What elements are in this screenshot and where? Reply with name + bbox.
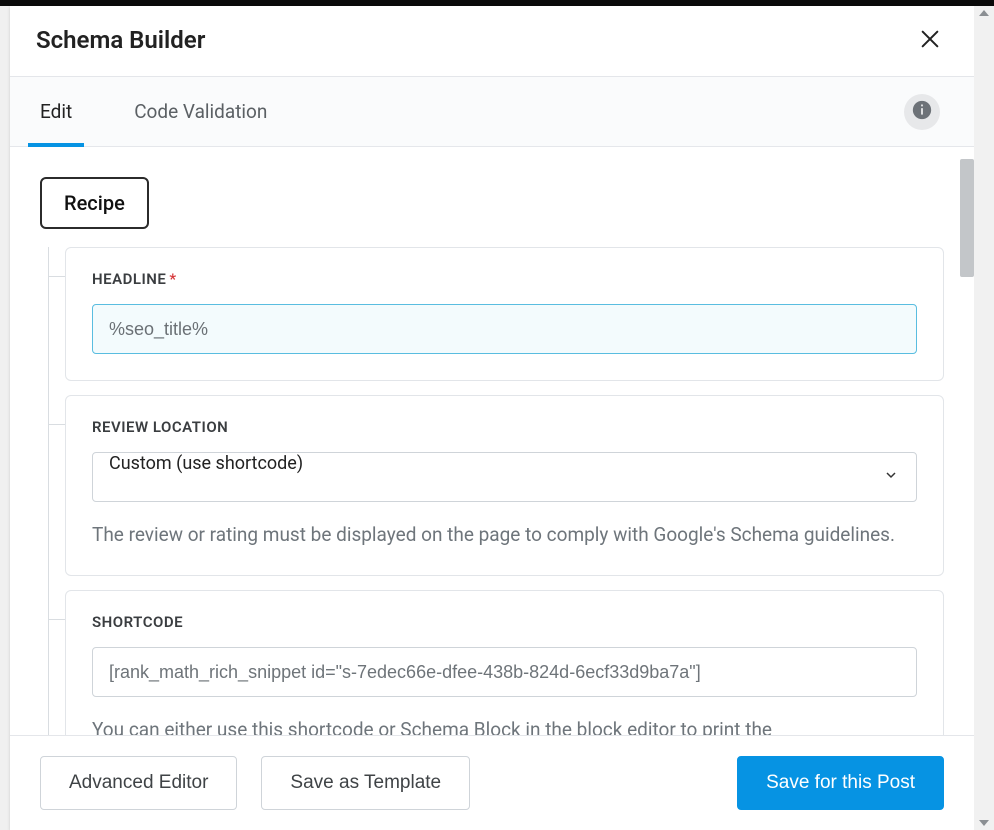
field-card-review-location: REVIEW LOCATION Custom (use shortcode) T…: [65, 395, 944, 576]
field-label: HEADLINE*: [92, 270, 917, 288]
shortcode-help: You can either use this shortcode or Sch…: [92, 715, 917, 735]
review-location-select[interactable]: Custom (use shortcode): [92, 452, 917, 502]
content-area: Recipe HEADLINE* REVIEW LOCATION Custom …: [10, 147, 974, 735]
advanced-editor-button[interactable]: Advanced Editor: [40, 756, 237, 810]
close-icon: [919, 28, 941, 53]
modal-body: Edit Code Validation Recipe HEADLINE*: [10, 77, 974, 735]
field-label-text: HEADLINE: [92, 270, 166, 288]
info-button[interactable]: [904, 94, 940, 130]
save-for-post-button[interactable]: Save for this Post: [737, 756, 944, 810]
review-location-help: The review or rating must be displayed o…: [92, 520, 917, 549]
schema-type-chip[interactable]: Recipe: [40, 177, 149, 229]
modal-header: Schema Builder: [10, 6, 974, 77]
field-card-headline: HEADLINE*: [65, 247, 944, 381]
schema-builder-modal: Schema Builder Edit Code Validation: [10, 6, 974, 830]
inner-scroll-area[interactable]: Edit Code Validation Recipe HEADLINE*: [10, 77, 974, 735]
field-label: REVIEW LOCATION: [92, 418, 917, 436]
info-icon: [911, 99, 933, 125]
tabs-bar: Edit Code Validation: [10, 77, 974, 147]
headline-input[interactable]: [92, 304, 917, 354]
tab-code-validation[interactable]: Code Validation: [122, 77, 279, 146]
scroll-up-arrow-icon: [979, 10, 989, 16]
close-button[interactable]: [912, 22, 948, 58]
required-asterisk: *: [169, 270, 176, 288]
field-card-shortcode: SHORTCODE You can either use this shortc…: [65, 590, 944, 735]
field-label: SHORTCODE: [92, 613, 917, 631]
modal-footer: Advanced Editor Save as Template Save fo…: [10, 735, 974, 830]
page-scrollbar[interactable]: [974, 6, 994, 830]
review-location-select-wrap: Custom (use shortcode): [92, 452, 917, 502]
tabs: Edit Code Validation: [28, 77, 279, 146]
tab-edit[interactable]: Edit: [28, 77, 84, 146]
save-as-template-button[interactable]: Save as Template: [261, 756, 470, 810]
fields-tree: HEADLINE* REVIEW LOCATION Custom (use sh…: [48, 247, 944, 735]
shortcode-input[interactable]: [92, 647, 917, 697]
modal-title: Schema Builder: [36, 26, 205, 54]
scroll-down-arrow-icon: [979, 820, 989, 826]
inner-scrollbar-thumb[interactable]: [960, 159, 974, 277]
